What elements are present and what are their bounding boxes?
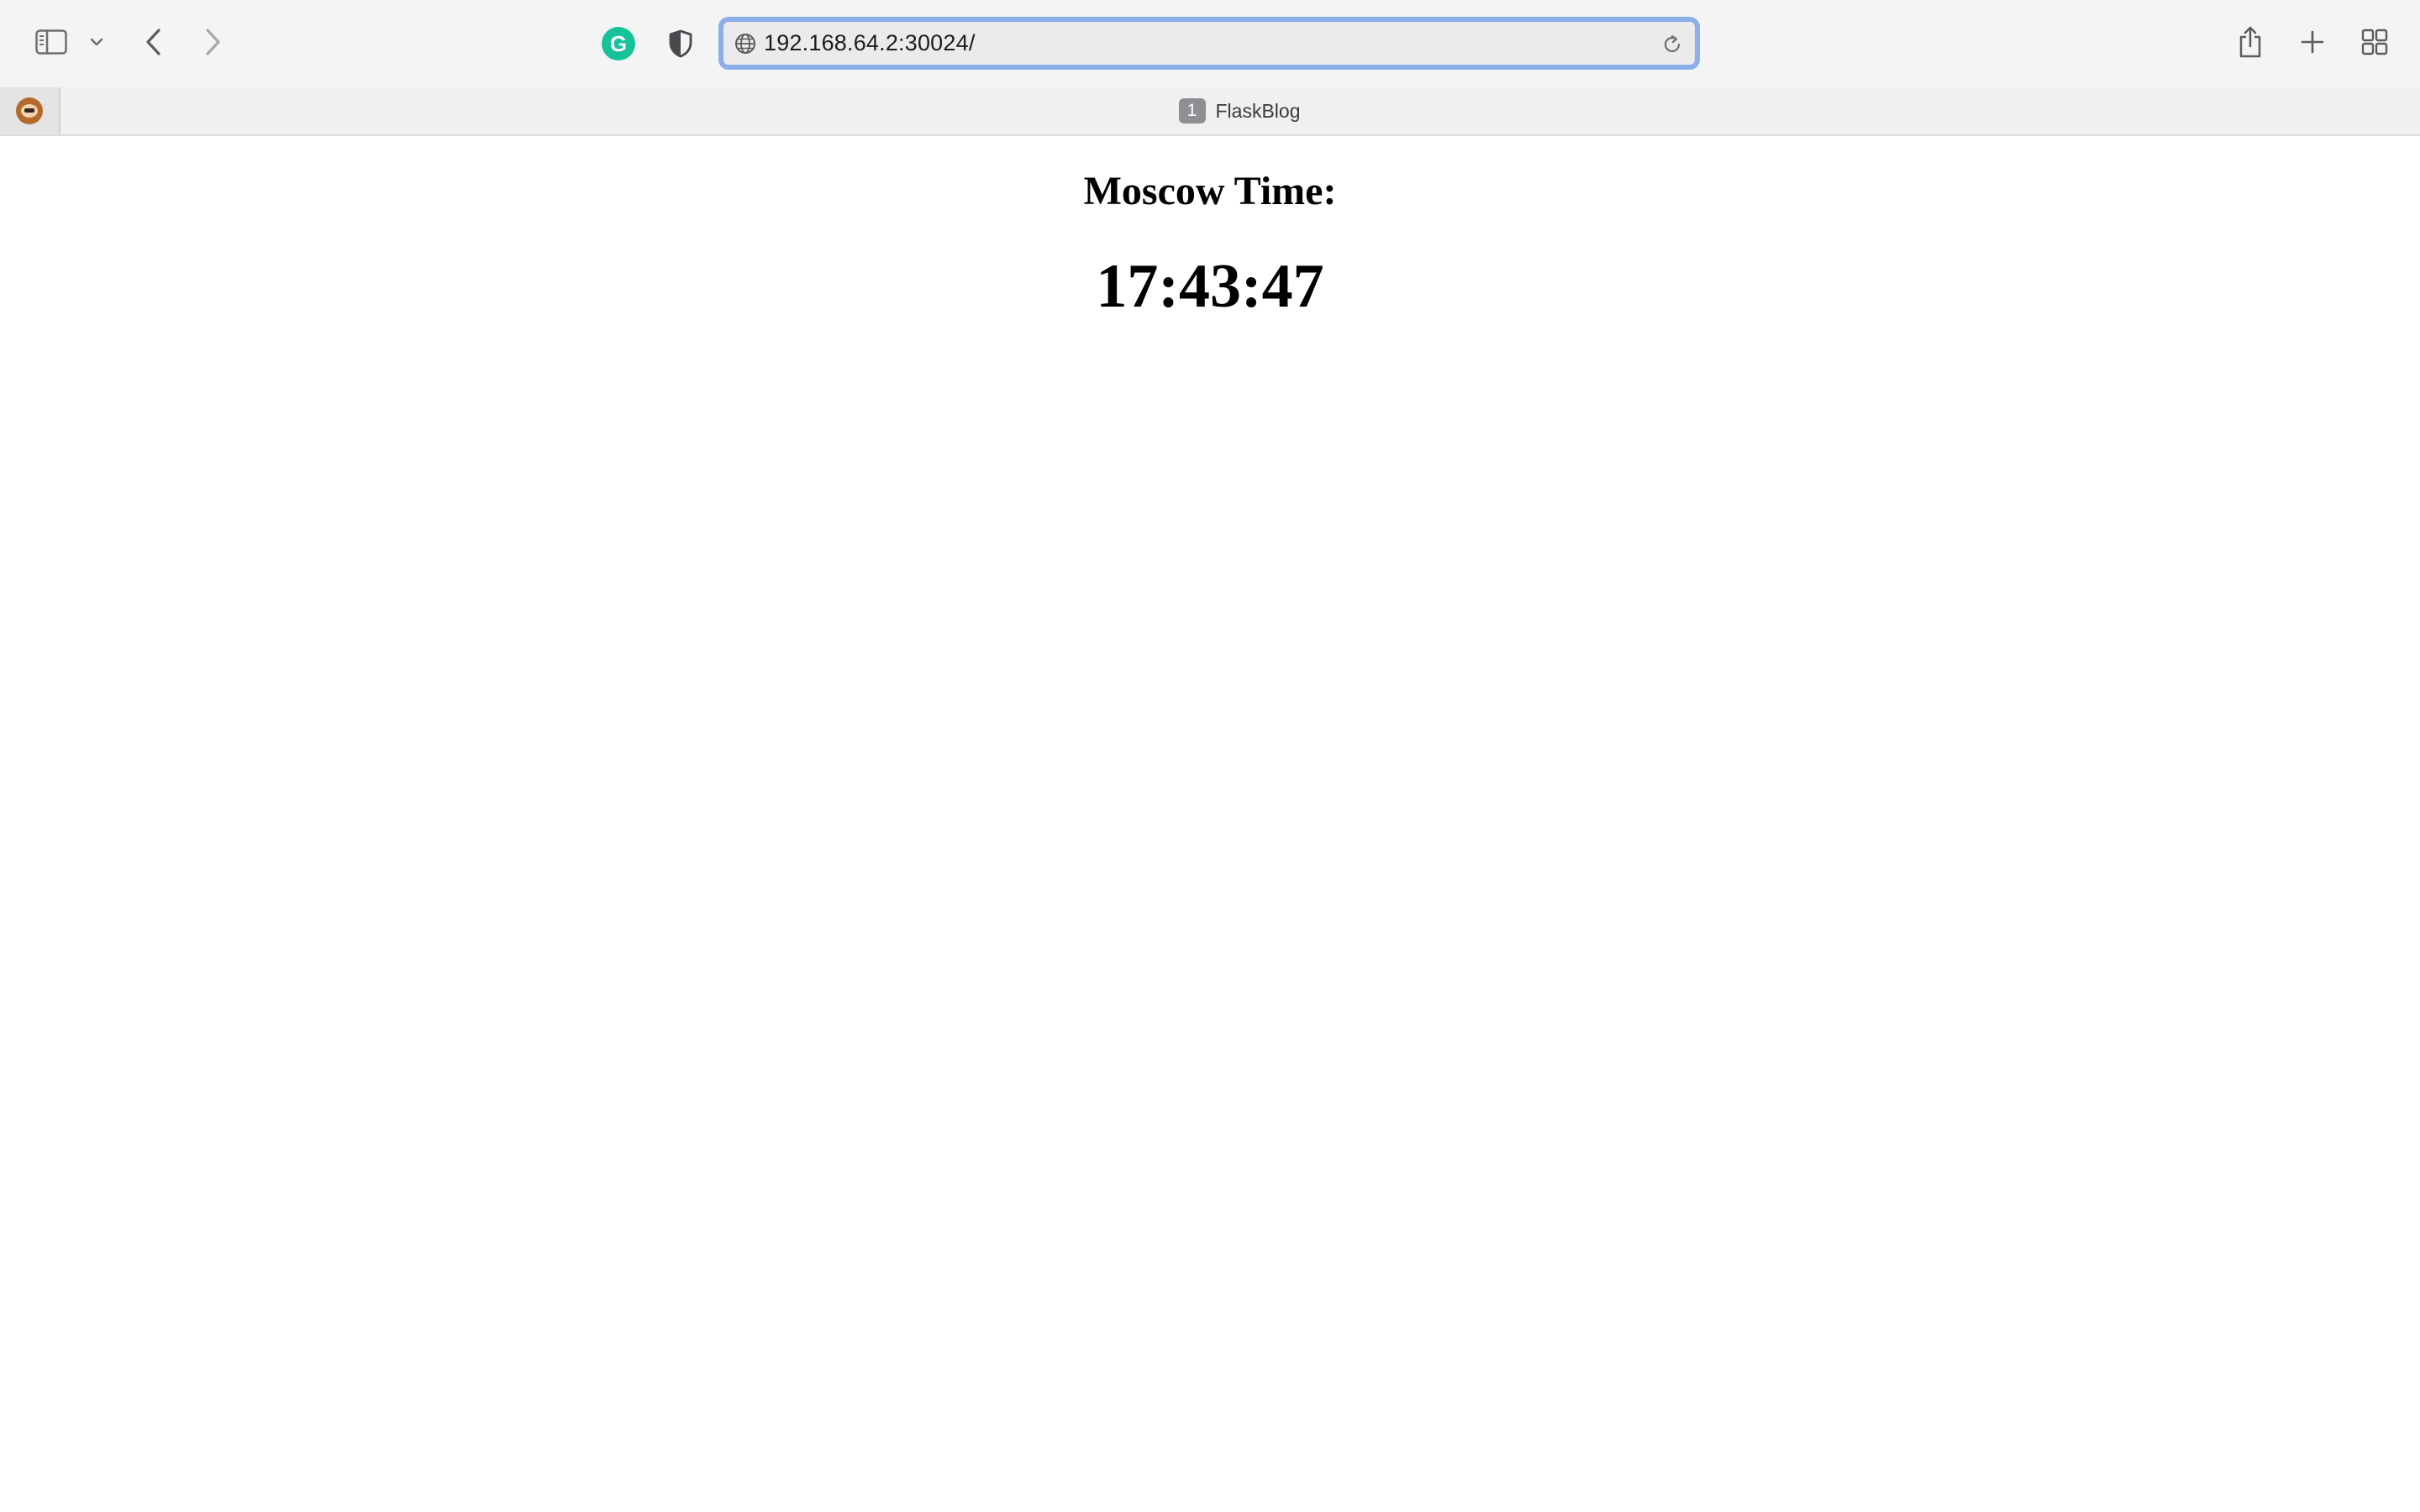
url-text[interactable]: 192.168.64.2:30024/ <box>764 30 976 56</box>
grammarly-extension-button[interactable]: G <box>602 27 635 60</box>
web-page-content: Moscow Time: 17:43:47 <box>0 136 2420 1512</box>
pinned-tab-favicon-icon <box>16 97 43 124</box>
page-heading: Moscow Time: <box>1083 169 1337 213</box>
sidebar-menu-chevron[interactable] <box>84 27 109 57</box>
tab-flaskblog[interactable]: 1 FlaskBlog <box>59 87 2420 134</box>
forward-button[interactable] <box>197 22 230 62</box>
share-button[interactable] <box>2233 20 2267 64</box>
moscow-time-value: 17:43:47 <box>1096 252 1324 321</box>
share-icon <box>2238 25 2263 59</box>
new-tab-button[interactable] <box>2296 24 2329 60</box>
privacy-shield-icon <box>668 29 693 58</box>
sidebar-toggle-button[interactable] <box>30 24 72 60</box>
address-bar[interactable]: 192.168.64.2:30024/ <box>718 17 1700 70</box>
sidebar-icon <box>35 29 67 55</box>
browser-toolbar: G 192.168.64.2:30024/ <box>0 0 2420 87</box>
globe-icon <box>734 32 757 55</box>
address-bar-inner: 192.168.64.2:30024/ <box>723 22 1695 65</box>
tab-overview-button[interactable] <box>2358 25 2391 59</box>
chevron-down-icon <box>90 37 103 47</box>
back-arrow-icon <box>144 28 162 56</box>
tab-bar: 1 FlaskBlog <box>0 87 2420 136</box>
tab-overview-icon <box>2361 29 2388 55</box>
tab-number-badge: 1 <box>1178 98 1206 123</box>
back-button[interactable] <box>136 22 170 62</box>
privacy-extension-button[interactable] <box>664 25 697 62</box>
tab-title: FlaskBlog <box>1215 99 1301 122</box>
forward-arrow-icon <box>204 28 223 56</box>
reload-icon[interactable] <box>1661 34 1683 55</box>
grammarly-icon: G <box>609 31 628 56</box>
pinned-tab[interactable] <box>0 87 60 134</box>
new-tab-icon <box>2300 29 2325 55</box>
